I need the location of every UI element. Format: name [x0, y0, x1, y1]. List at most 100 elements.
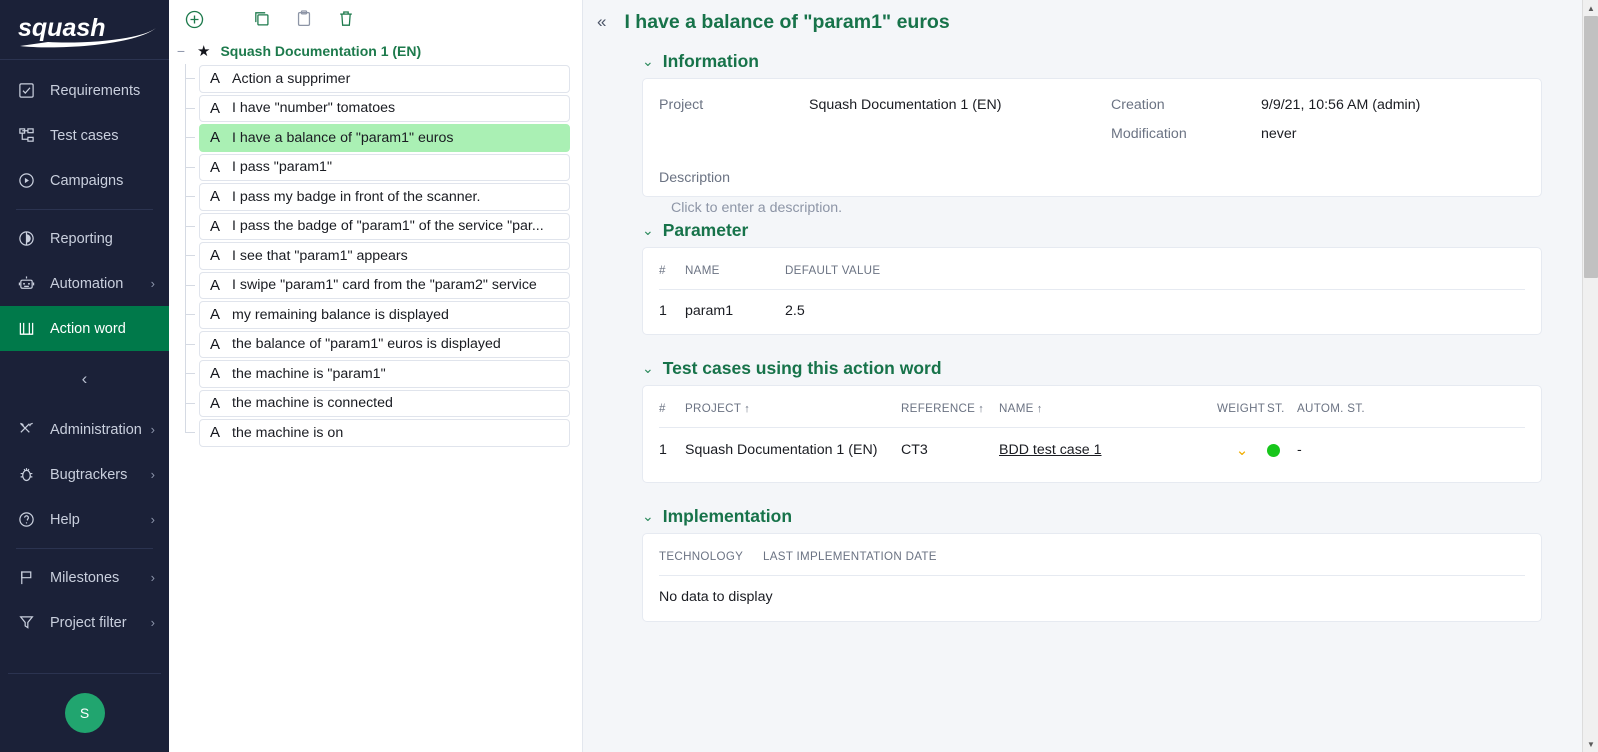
- row-reference: CT3: [901, 428, 999, 470]
- tree-root-label: Squash Documentation 1 (EN): [220, 43, 421, 59]
- information-section-header[interactable]: ⌄ Information: [642, 44, 1542, 78]
- collapse-toggle-icon[interactable]: −: [173, 43, 189, 59]
- sidebar-item-automation[interactable]: Automation ›: [0, 261, 169, 306]
- sidebar-divider-1: [16, 209, 153, 210]
- sidebar-item-project-filter[interactable]: Project filter ›: [0, 600, 169, 645]
- tree-node-label: I see that "param1" appears: [232, 248, 408, 264]
- param-num: 1: [659, 290, 685, 330]
- action-word-type-icon: A: [210, 129, 220, 146]
- parameter-table: # NAME DEFAULT VALUE 1param12.5: [659, 264, 1525, 329]
- parameter-section: ⌄ Parameter # NAME DEFAULT VALUE 1param1…: [642, 213, 1542, 335]
- sidebar-item-reporting[interactable]: Reporting: [0, 216, 169, 261]
- tree-root-node[interactable]: − ★ Squash Documentation 1 (EN): [169, 38, 582, 64]
- checklist-icon: [18, 82, 42, 99]
- creation-value: 9/9/21, 10:56 AM (admin): [1261, 97, 1420, 113]
- tree-node[interactable]: AI pass "param1": [199, 154, 570, 182]
- brand-logo[interactable]: squash: [0, 0, 169, 60]
- tree-row: AI pass my badge in front of the scanner…: [195, 182, 582, 212]
- tree-node[interactable]: AI pass the badge of "param1" of the ser…: [199, 213, 570, 241]
- sidebar-item-label: Administration: [50, 422, 142, 438]
- favorite-star-icon[interactable]: ★: [197, 42, 210, 60]
- sidebar-item-bugtrackers[interactable]: Bugtrackers ›: [0, 452, 169, 497]
- sidebar-collapse-button[interactable]: ‹: [0, 351, 169, 407]
- tree-node[interactable]: AI have a balance of "param1" euros: [199, 124, 570, 152]
- double-chevron-left-icon[interactable]: «: [595, 12, 608, 32]
- col-reference[interactable]: REFERENCE↑: [901, 402, 999, 428]
- avatar[interactable]: S: [65, 693, 105, 733]
- chevron-down-icon: ⌄: [642, 361, 654, 375]
- tree-row: Athe balance of "param1" euros is displa…: [195, 330, 582, 360]
- delete-icon[interactable]: [329, 4, 363, 34]
- information-right-col: Creation 9/9/21, 10:56 AM (admin) Modifi…: [1111, 97, 1420, 142]
- tree-node[interactable]: AAction a supprimer: [199, 65, 570, 93]
- row-project: Squash Documentation 1 (EN): [685, 428, 901, 470]
- tree-node[interactable]: Athe machine is connected: [199, 390, 570, 418]
- implementation-section: ⌄ Implementation TECHNOLOGY LAST IMPLEME…: [642, 499, 1542, 622]
- test-cases-section-header[interactable]: ⌄ Test cases using this action word: [642, 351, 1542, 385]
- tree-node[interactable]: AI pass my badge in front of the scanner…: [199, 183, 570, 211]
- project-value: Squash Documentation 1 (EN): [809, 97, 1001, 142]
- action-word-type-icon: A: [210, 100, 220, 117]
- sidebar-item-action-word[interactable]: Action word: [0, 306, 169, 351]
- param-default-value: 2.5: [785, 290, 1525, 330]
- chevron-right-icon: ›: [151, 615, 155, 630]
- information-section: ⌄ Information Project Squash Documentati…: [642, 44, 1542, 197]
- action-word-type-icon: A: [210, 247, 220, 264]
- paste-icon[interactable]: [287, 4, 321, 34]
- tree-node[interactable]: AI have "number" tomatoes: [199, 95, 570, 123]
- test-case-link[interactable]: BDD test case 1: [999, 442, 1102, 458]
- column-label: WEIGHT: [1217, 402, 1265, 415]
- squash-logo-icon: squash: [14, 10, 160, 50]
- bug-icon: [18, 466, 42, 483]
- tree-row: Athe machine is "param1": [195, 359, 582, 389]
- tree-node-label: I pass my badge in front of the scanner.: [232, 189, 480, 205]
- status-dot-green: [1267, 444, 1280, 457]
- tree-row: AI have "number" tomatoes: [195, 94, 582, 124]
- sidebar-item-label: Action word: [50, 321, 126, 337]
- column-label: REFERENCE: [901, 402, 975, 415]
- tree-row: Amy remaining balance is displayed: [195, 300, 582, 330]
- sidebar-item-test-cases[interactable]: Test cases: [0, 113, 169, 158]
- tree-node[interactable]: Athe balance of "param1" euros is displa…: [199, 331, 570, 359]
- sidebar-item-administration[interactable]: Administration ›: [0, 407, 169, 452]
- sidebar-item-campaigns[interactable]: Campaigns: [0, 158, 169, 203]
- tree-node[interactable]: A I see that "param1" appears: [199, 242, 570, 270]
- information-card: Project Squash Documentation 1 (EN) Crea…: [642, 78, 1542, 197]
- row-weight-cell: ⌄: [1217, 428, 1267, 470]
- tree-node[interactable]: Athe machine is on: [199, 419, 570, 447]
- sidebar-item-label: Bugtrackers: [50, 467, 127, 483]
- tree-node[interactable]: Athe machine is "param1": [199, 360, 570, 388]
- implementation-section-header[interactable]: ⌄ Implementation: [642, 499, 1542, 533]
- action-word-type-icon: A: [210, 70, 220, 87]
- scroll-down-icon[interactable]: ▼: [1583, 736, 1598, 752]
- svg-text:squash: squash: [18, 14, 106, 42]
- sidebar-item-help[interactable]: Help ›: [0, 497, 169, 542]
- tree-row: Athe machine is connected: [195, 389, 582, 419]
- sidebar-item-label: Test cases: [50, 128, 119, 144]
- add-icon[interactable]: [177, 4, 211, 34]
- page-scrollbar[interactable]: ▲ ▼: [1582, 0, 1598, 752]
- scrollbar-thumb[interactable]: [1584, 16, 1598, 278]
- sidebar-item-label: Milestones: [50, 570, 119, 586]
- sidebar-item-milestones[interactable]: Milestones ›: [0, 555, 169, 600]
- col-project[interactable]: PROJECT↑: [685, 402, 901, 428]
- sidebar-footer: S: [0, 673, 169, 752]
- column-label: NAME: [999, 402, 1034, 415]
- funnel-icon: [18, 614, 42, 631]
- col-name[interactable]: NAME↑: [999, 402, 1217, 428]
- chevron-down-icon: ⌄: [642, 54, 654, 68]
- scroll-up-icon[interactable]: ▲: [1583, 0, 1598, 16]
- test-cases-table-body: 1Squash Documentation 1 (EN)CT3BDD test …: [659, 428, 1525, 470]
- table-row[interactable]: 1Squash Documentation 1 (EN)CT3BDD test …: [659, 428, 1525, 470]
- implementation-empty-message: No data to display: [659, 576, 1525, 605]
- tree-node-label: my remaining balance is displayed: [232, 307, 449, 323]
- row-num: 1: [659, 428, 685, 470]
- test-cases-card: #PROJECT↑REFERENCE↑NAME↑WEIGHTST.AUTOM. …: [642, 385, 1542, 483]
- tree-node[interactable]: AI swipe "param1" card from the "param2"…: [199, 272, 570, 300]
- copy-icon[interactable]: [245, 4, 279, 34]
- sidebar-item-requirements[interactable]: Requirements: [0, 68, 169, 113]
- chevron-right-icon: ›: [151, 467, 155, 482]
- tree-node[interactable]: Amy remaining balance is displayed: [199, 301, 570, 329]
- table-row[interactable]: 1param12.5: [659, 290, 1525, 330]
- parameter-section-header[interactable]: ⌄ Parameter: [642, 213, 1542, 247]
